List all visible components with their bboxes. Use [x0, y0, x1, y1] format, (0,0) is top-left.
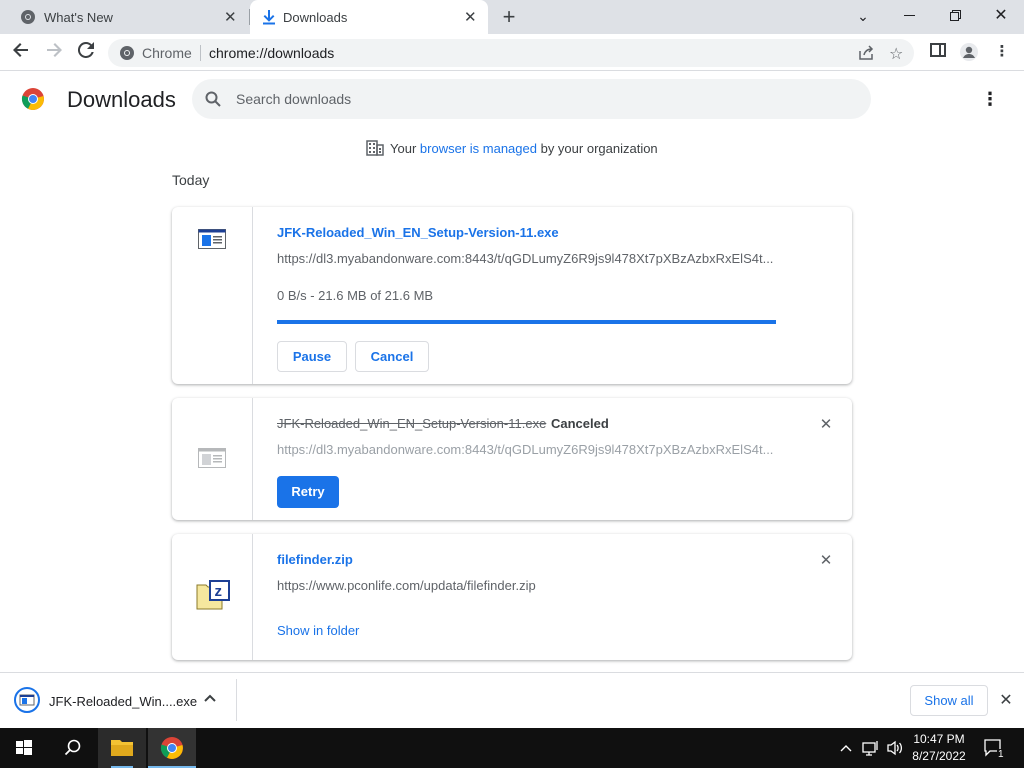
bookmark-star-icon[interactable]: ☆ [889, 44, 903, 64]
exe-file-icon [198, 448, 226, 473]
remove-item-icon[interactable]: ✕ [818, 417, 834, 433]
more-actions-icon[interactable]: ⋮ [978, 87, 1002, 111]
shelf-item-name[interactable]: JFK-Reloaded_Win....exe [49, 694, 197, 709]
show-all-button[interactable]: Show all [910, 685, 988, 716]
start-button[interactable] [0, 728, 48, 768]
search-icon [205, 91, 221, 112]
clock-date[interactable]: 8/27/2022 [908, 749, 970, 763]
chrome-menu-icon[interactable]: ⋮ [992, 42, 1012, 62]
file-explorer-icon[interactable] [98, 728, 146, 768]
tab-strip: What's New ✕ Downloads ✕ + ⌄ ✕ [0, 0, 1024, 34]
chevron-up-icon[interactable] [840, 742, 852, 760]
back-button[interactable] [9, 41, 33, 65]
network-icon[interactable] [862, 740, 880, 761]
download-icon [262, 9, 276, 28]
show-in-folder-link[interactable]: Show in folder [277, 623, 359, 638]
remove-item-icon[interactable]: ✕ [818, 553, 834, 569]
chrome-taskbar-icon[interactable] [148, 728, 196, 768]
chevron-up-icon[interactable] [204, 692, 216, 710]
date-section-label: Today [172, 172, 210, 188]
pause-button[interactable]: Pause [277, 341, 347, 372]
browser-toolbar: Chrome chrome://downloads ☆ ⋮ [0, 34, 1024, 71]
shelf-divider [236, 679, 237, 721]
card-divider [252, 207, 253, 384]
source-url-link[interactable]: https://www.pconlife.com/updata/filefind… [277, 578, 777, 593]
managed-suffix: by your organization [540, 140, 658, 156]
source-url-link[interactable]: https://dl3.myabandonware.com:8443/t/qGD… [277, 251, 777, 266]
clock-time[interactable]: 10:47 PM [908, 732, 970, 746]
minimize-button[interactable] [897, 4, 921, 28]
volume-icon[interactable] [886, 740, 904, 761]
chrome-icon [119, 45, 135, 66]
exe-file-icon [198, 229, 226, 254]
page-title: Downloads [67, 87, 176, 112]
download-item: JFK-Reloaded_Win_EN_Setup-Version-11.exe… [172, 398, 852, 520]
close-tab-icon[interactable]: ✕ [224, 8, 237, 26]
side-panel-icon[interactable] [928, 42, 948, 62]
download-status: 0 B/s - 21.6 MB of 21.6 MB [277, 288, 434, 303]
profile-avatar-icon[interactable] [959, 42, 979, 62]
card-divider [252, 398, 253, 520]
download-shelf: JFK-Reloaded_Win....exe Show all ✕ [0, 672, 1024, 728]
card-divider [252, 534, 253, 660]
cancel-button[interactable]: Cancel [355, 341, 429, 372]
chrome-icon [20, 9, 36, 28]
file-name-link[interactable]: filefinder.zip [277, 552, 353, 567]
search-icon[interactable] [48, 728, 96, 768]
download-state: Canceled [551, 416, 609, 431]
notification-count: 1 [997, 749, 1005, 760]
url-text[interactable]: chrome://downloads [209, 45, 334, 61]
share-icon[interactable] [858, 45, 874, 66]
retry-button[interactable]: Retry [277, 476, 339, 508]
source-url-link[interactable]: https://dl3.myabandonware.com:8443/t/qGD… [277, 442, 777, 457]
close-shelf-icon[interactable]: ✕ [996, 691, 1016, 711]
search-box[interactable] [192, 79, 871, 119]
zip-file-icon: z [196, 580, 230, 615]
tab-title: What's New [44, 10, 113, 25]
new-tab-button[interactable]: + [498, 4, 520, 30]
managed-prefix: Your [390, 140, 417, 156]
file-name-link[interactable]: JFK-Reloaded_Win_EN_Setup-Version-11.exe [277, 225, 559, 240]
tab-whats-new[interactable]: What's New ✕ [0, 0, 250, 34]
site-chip: Chrome [142, 45, 192, 61]
search-input[interactable] [236, 79, 836, 119]
tab-search-icon[interactable]: ⌄ [851, 4, 875, 28]
close-tab-icon[interactable]: ✕ [464, 8, 477, 26]
windows-taskbar: 10:47 PM 8/27/2022 1 [0, 728, 1024, 768]
tab-downloads[interactable]: Downloads ✕ [250, 0, 488, 34]
downloads-toolbar: Downloads ⋮ [0, 71, 1024, 128]
tab-title: Downloads [283, 10, 348, 25]
download-item: z filefinder.zip ✕ https://www.pconlife.… [172, 534, 852, 660]
managed-notice: Your browser is managed by your organiza… [366, 140, 658, 159]
reload-button[interactable] [74, 41, 98, 65]
download-item: JFK-Reloaded_Win_EN_Setup-Version-11.exe… [172, 207, 852, 384]
restore-button[interactable] [943, 4, 967, 28]
close-window-button[interactable]: ✕ [989, 4, 1013, 28]
shelf-item-icon[interactable] [14, 687, 40, 718]
progress-bar-fill [277, 320, 776, 324]
address-bar[interactable]: Chrome chrome://downloads ☆ [108, 39, 914, 67]
omnibox-divider [200, 45, 201, 61]
svg-text:z: z [215, 583, 223, 600]
progress-bar [277, 320, 776, 324]
chrome-logo-icon [21, 87, 45, 116]
forward-button[interactable] [42, 41, 66, 65]
file-name: JFK-Reloaded_Win_EN_Setup-Version-11.exe [277, 416, 547, 431]
building-icon [366, 140, 384, 159]
managed-link[interactable]: browser is managed [420, 141, 537, 156]
